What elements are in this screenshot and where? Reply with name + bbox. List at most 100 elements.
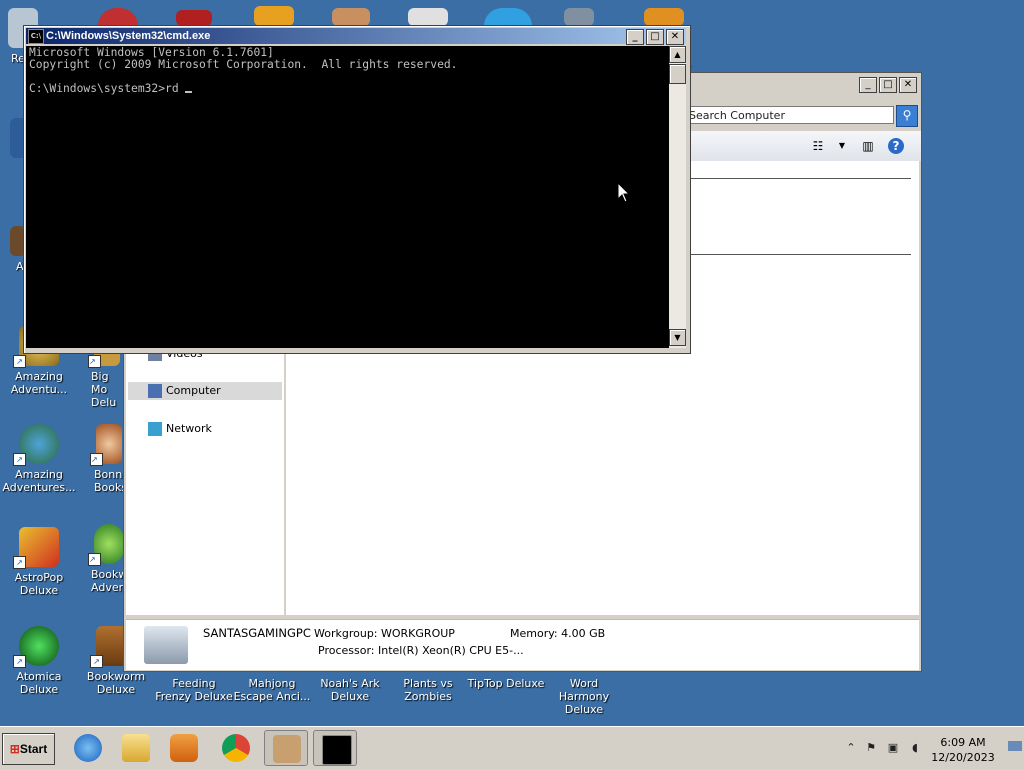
- details-pane: SANTASGAMINGPC Workgroup: WORKGROUP Memo…: [126, 619, 919, 670]
- desktop-icon-top-6[interactable]: [484, 8, 532, 26]
- shortcut-arrow-icon: ↗: [90, 453, 103, 466]
- start-label: Start: [19, 742, 48, 756]
- taskbar: ⊞Start ⌃ ⚑ ▣ ◖ 6:09 AM 12/20/2023: [0, 726, 1024, 769]
- desktop-icon-top-3[interactable]: [254, 6, 294, 26]
- desktop-icon-label: Amazing Adventu...: [10, 370, 68, 396]
- computer-icon: [148, 384, 162, 398]
- desktop-icon-label: Noah's Ark Deluxe: [320, 677, 380, 703]
- taskbar-internet-explorer[interactable]: [66, 730, 110, 766]
- console-prompt: C:\Windows\system32>rd: [29, 82, 186, 95]
- desktop-icon-bonnies-bookstore[interactable]: ↗ Bonni Books: [84, 424, 128, 494]
- search-icon[interactable]: ⚲: [896, 105, 918, 127]
- desktop-icon-label: TipTop Deluxe: [467, 677, 545, 690]
- desktop-icon-tiptop[interactable]: TipTop Deluxe: [467, 677, 545, 690]
- shortcut-arrow-icon: ↗: [88, 355, 101, 368]
- desktop-icon-label: Bonni Books: [94, 468, 128, 494]
- desktop-icon-label: Atomica Deluxe: [16, 670, 62, 696]
- shortcut-arrow-icon: ↗: [13, 355, 26, 368]
- desktop-icon-plants-vs-zombies[interactable]: Plants vs Zombies: [389, 677, 467, 703]
- console-prompt-line[interactable]: C:\Windows\system32>rd: [29, 83, 666, 95]
- change-view-icon[interactable]: ☷: [810, 138, 826, 154]
- desktop-icon-label: Amazing Adventures...: [2, 468, 76, 494]
- nav-item-label: Network: [166, 422, 212, 435]
- chevron-down-icon[interactable]: ▼: [834, 138, 850, 154]
- media-player-icon: [170, 734, 198, 762]
- workgroup-text: Workgroup: WORKGROUP: [314, 627, 455, 640]
- action-center-flag-icon[interactable]: ⚑: [864, 741, 878, 755]
- clock-date[interactable]: 12/20/2023: [924, 751, 1002, 764]
- desktop-icon-atomica[interactable]: ↗ Atomica Deluxe: [0, 626, 78, 696]
- start-button[interactable]: ⊞Start: [2, 733, 55, 765]
- minimize-button[interactable]: _: [626, 29, 644, 45]
- scroll-thumb[interactable]: [669, 64, 686, 84]
- scroll-down-button[interactable]: ▼: [669, 329, 686, 346]
- taskbar-games-app[interactable]: [264, 730, 308, 766]
- desktop-icon-label: Feeding Frenzy Deluxe: [155, 677, 233, 703]
- desktop-icon-astropop[interactable]: ↗ AstroPop Deluxe: [0, 527, 78, 597]
- desktop-icon-mahjong-escape[interactable]: Mahjong Escape Anci...: [233, 677, 311, 703]
- desktop-icon-noahs-ark[interactable]: Noah's Ark Deluxe: [311, 677, 389, 703]
- volume-icon[interactable]: ◖: [908, 741, 922, 755]
- nav-item-network[interactable]: Network: [128, 420, 282, 438]
- nav-item-computer[interactable]: Computer: [128, 382, 282, 400]
- maximize-button[interactable]: □: [646, 29, 664, 45]
- desktop-icon-label: AstroPop Deluxe: [14, 571, 64, 597]
- close-button[interactable]: ✕: [666, 29, 684, 45]
- desktop-icon-top-4[interactable]: [332, 8, 370, 26]
- maximize-button[interactable]: □: [879, 77, 897, 93]
- shortcut-arrow-icon: ↗: [13, 556, 26, 569]
- cmd-window-controls: _ □ ✕: [626, 29, 684, 45]
- minimize-button[interactable]: _: [859, 77, 877, 93]
- console-output[interactable]: Microsoft Windows [Version 6.1.7601] Cop…: [26, 46, 669, 348]
- taskbar-media-player[interactable]: [162, 730, 206, 766]
- bookworm-adventures-icon: ↗: [88, 524, 124, 566]
- windows-logo-icon: ⊞: [9, 742, 20, 756]
- scroll-up-button[interactable]: ▲: [669, 46, 686, 63]
- taskbar-cmd[interactable]: [313, 730, 357, 766]
- taskbar-file-explorer[interactable]: [114, 730, 158, 766]
- cmd-window[interactable]: C:\ C:\Windows\System32\cmd.exe _ □ ✕ Mi…: [23, 25, 691, 354]
- show-hidden-icons-icon[interactable]: ⌃: [844, 741, 858, 755]
- cmd-titlebar[interactable]: C:\ C:\Windows\System32\cmd.exe _ □ ✕: [26, 28, 686, 45]
- desktop-icon-amazing-adventures-2[interactable]: ↗ Amazing Adventures...: [0, 424, 78, 494]
- desktop-icon-word-harmony[interactable]: Word Harmony Deluxe: [545, 677, 623, 716]
- close-button[interactable]: ✕: [899, 77, 917, 93]
- atomica-radiation-icon: ↗: [13, 626, 59, 668]
- shortcut-arrow-icon: ↗: [90, 655, 103, 668]
- explorer-window-controls: _ □ ✕: [859, 77, 917, 93]
- cmd-title: C:\Windows\System32\cmd.exe: [46, 30, 211, 42]
- desktop-icon-label: Plants vs Zombies: [403, 677, 453, 703]
- memory-text: Memory: 4.00 GB: [510, 627, 606, 640]
- desktop-icon-top-7[interactable]: [564, 8, 594, 26]
- taskbar-chrome[interactable]: [214, 730, 258, 766]
- desktop-icon-label: Big Mo Delu: [91, 370, 117, 409]
- preview-pane-icon[interactable]: ▥: [860, 138, 876, 154]
- search-input[interactable]: Search Computer: [684, 106, 894, 124]
- group-divider: [686, 254, 911, 255]
- desktop-icon-feeding-frenzy[interactable]: Feeding Frenzy Deluxe: [155, 677, 233, 703]
- internet-explorer-icon: [74, 734, 102, 762]
- torii-gate-icon: [273, 735, 301, 763]
- group-divider: [686, 178, 911, 179]
- desktop-icon-top-5[interactable]: [408, 8, 448, 26]
- nav-item-label: Computer: [166, 384, 221, 397]
- desktop-icon-top-2[interactable]: [176, 10, 212, 26]
- clock-time[interactable]: 6:09 AM: [932, 736, 994, 749]
- system-tray: ⌃ ⚑ ▣ ◖ 6:09 AM 12/20/2023: [844, 731, 1024, 765]
- globe-icon: ↗: [13, 424, 59, 466]
- desktop-icon-bookworm-adventures[interactable]: ↗ Bookw Adven: [84, 524, 127, 594]
- shortcut-arrow-icon: ↗: [88, 553, 101, 566]
- network-tray-icon[interactable]: ▣: [886, 741, 900, 755]
- processor-text: Processor: Intel(R) Xeon(R) CPU E5-...: [318, 644, 524, 657]
- vertical-scrollbar[interactable]: ▲ ▼: [669, 46, 686, 348]
- shortcut-arrow-icon: ↗: [13, 655, 26, 668]
- show-desktop-icon[interactable]: [1008, 741, 1022, 751]
- desktop-icon-top-8[interactable]: [644, 8, 684, 26]
- network-icon: [148, 422, 162, 436]
- desktop-icon-label: Bookworm Deluxe: [86, 670, 146, 696]
- console-line: Copyright (c) 2009 Microsoft Corporation…: [29, 58, 458, 71]
- help-icon[interactable]: ?: [888, 138, 904, 154]
- desktop-icon-top-1[interactable]: [98, 8, 138, 26]
- text-cursor: [185, 91, 193, 93]
- chrome-icon: [222, 734, 250, 762]
